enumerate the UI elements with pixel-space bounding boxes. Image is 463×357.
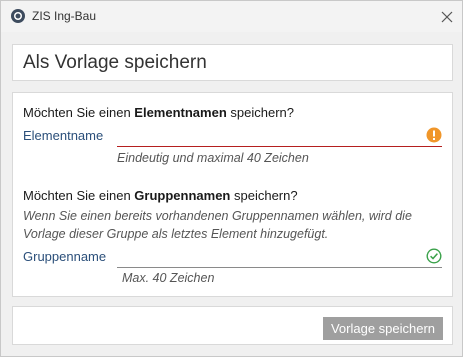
warning-icon: [426, 127, 442, 143]
form-panel: Möchten Sie einen Elementnamen speichern…: [12, 92, 453, 297]
group-question-suffix: speichern?: [230, 188, 298, 203]
element-name-input[interactable]: [117, 126, 417, 144]
close-icon: [441, 11, 453, 23]
app-icon: [11, 9, 25, 23]
header-panel: Als Vorlage speichern: [12, 44, 453, 81]
close-button[interactable]: [435, 5, 459, 29]
group-question-keyword: Gruppennamen: [134, 188, 231, 203]
group-question-prefix: Möchten Sie einen: [23, 188, 135, 203]
element-question: Möchten Sie einen Elementnamen speichern…: [23, 105, 294, 120]
element-question-prefix: Möchten Sie einen: [23, 105, 135, 120]
footer-panel: Vorlage speichern: [12, 306, 453, 345]
group-question: Möchten Sie einen Gruppennamen speichern…: [23, 188, 298, 203]
dialog-window: ZIS Ing-Bau Als Vorlage speichern Möchte…: [0, 0, 463, 357]
group-name-field-wrapper: [117, 247, 442, 268]
element-question-keyword: Elementnamen: [134, 105, 227, 120]
group-description: Wenn Sie einen bereits vorhandenen Grupp…: [23, 209, 412, 241]
element-name-label: Elementname: [23, 128, 104, 143]
title-bar: ZIS Ing-Bau: [1, 1, 462, 32]
group-name-hint: Max. 40 Zeichen: [122, 271, 215, 285]
group-name-input[interactable]: [117, 247, 417, 265]
save-template-button[interactable]: Vorlage speichern: [323, 317, 443, 340]
group-name-label: Gruppenname: [23, 249, 107, 264]
element-question-suffix: speichern?: [226, 105, 294, 120]
window-title: ZIS Ing-Bau: [32, 9, 97, 23]
check-circle-icon: [426, 248, 442, 264]
element-name-hint: Eindeutig und maximal 40 Zeichen: [117, 151, 309, 165]
dialog-title: Als Vorlage speichern: [23, 52, 207, 73]
element-name-field-wrapper: [117, 126, 442, 147]
